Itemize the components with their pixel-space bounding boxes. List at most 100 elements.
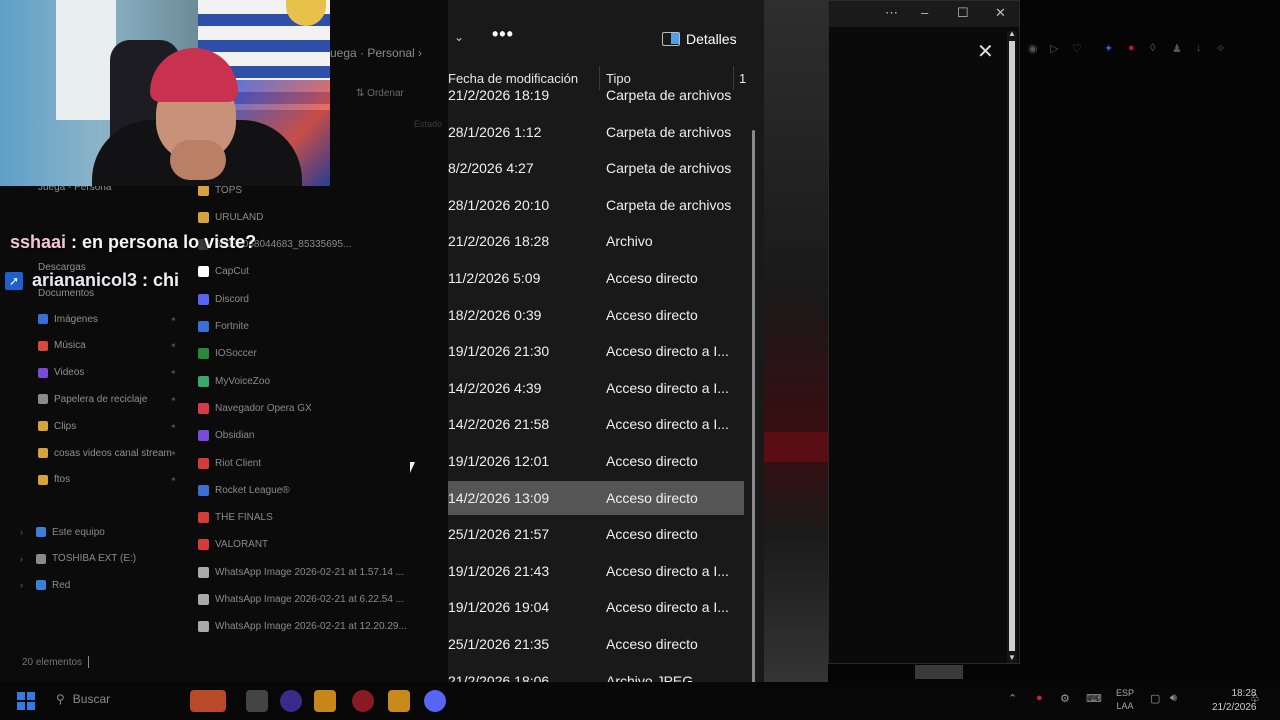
nav-item[interactable]: Videos ✶ <box>38 364 177 382</box>
chevron-right-icon[interactable]: › <box>20 554 30 564</box>
modified-date-cell: 19/1/2026 21:43 <box>448 562 550 579</box>
file-item[interactable]: Riot Client <box>198 454 261 472</box>
tree-item[interactable]: › Red <box>20 576 70 594</box>
file-item[interactable]: Navegador Opera GX <box>198 399 312 417</box>
heart-icon[interactable]: ♡ <box>1072 42 1082 55</box>
taskbar-app-opera[interactable] <box>352 690 374 712</box>
tree-item[interactable]: › Este equipo <box>20 523 105 541</box>
table-row[interactable]: 14/2/2026 13:09 Acceso directo <box>448 480 744 515</box>
webcam-person-hand <box>170 140 226 180</box>
start-button[interactable] <box>17 692 35 710</box>
search-icon: ⚲ <box>56 692 65 706</box>
table-row[interactable]: 25/1/2026 21:35 Acceso directo <box>448 627 744 661</box>
breadcrumb[interactable]: uega · Personal › <box>330 46 422 60</box>
chevron-down-icon[interactable]: ⌄ <box>454 30 464 44</box>
details-pane-button[interactable]: Detalles <box>662 28 737 50</box>
maximize-icon[interactable]: ☐ <box>957 5 969 21</box>
table-row[interactable]: 14/2/2026 21:58 Acceso directo a I... <box>448 407 744 441</box>
window-more-icon[interactable]: ⋯ <box>885 5 898 21</box>
scroll-up-icon[interactable]: ▲ <box>1008 29 1016 38</box>
download-icon[interactable]: ↓ <box>1196 42 1202 54</box>
dialog-close-icon[interactable]: ✕ <box>977 39 994 64</box>
taskbar-app-game[interactable] <box>190 690 226 712</box>
tray-vpn-icon[interactable]: ⚙ <box>1060 692 1070 705</box>
taskbar-app-obsidian[interactable] <box>280 690 302 712</box>
opera-icon[interactable]: ● <box>1128 42 1135 54</box>
type-cell: Carpeta de archivos <box>606 123 732 140</box>
file-item[interactable]: CapCut <box>198 263 249 281</box>
folder-icon <box>38 421 48 432</box>
pin-icon: ✶ <box>170 421 177 431</box>
folder-icon <box>38 448 48 458</box>
file-item[interactable]: THE FINALS <box>198 509 273 527</box>
file-item[interactable]: WhatsApp Image 2026-02-21 at 12.20.29... <box>198 618 407 636</box>
play-icon[interactable]: ▷ <box>1050 42 1058 55</box>
tray-keyboard-icon[interactable]: ⌨ <box>1086 692 1102 705</box>
chevron-right-icon[interactable]: › <box>20 527 30 537</box>
nav-item[interactable]: Clips ✶ <box>38 417 177 435</box>
type-cell: Acceso directo <box>606 526 698 543</box>
nav-item[interactable]: ftos ✶ <box>38 471 177 489</box>
file-item[interactable]: Discord <box>198 290 249 308</box>
nav-item[interactable]: cosas videos canal stream ✶ <box>38 444 177 462</box>
table-row[interactable]: 11/2/2026 5:09 Acceso directo <box>448 261 744 295</box>
taskbar-app-notepad[interactable] <box>246 690 268 712</box>
taskbar-search[interactable]: ⚲ Buscar <box>56 692 110 706</box>
file-item[interactable]: WhatsApp Image 2026-02-21 at 6.22.54 ... <box>198 591 404 609</box>
file-icon <box>198 457 209 469</box>
table-row[interactable]: 21/2/2026 18:28 Archivo <box>448 224 744 258</box>
file-item[interactable]: Obsidian <box>198 427 254 445</box>
table-row[interactable]: 28/1/2026 1:12 Carpeta de archivos <box>448 115 744 149</box>
pin-icon: ✶ <box>170 368 177 378</box>
close-icon[interactable]: ✕ <box>995 5 1006 21</box>
tree-item[interactable]: › TOSHIBA EXT (E:) <box>20 550 136 568</box>
nav-item[interactable]: Imágenes ✶ <box>38 310 177 328</box>
taskbar-app-sticky[interactable] <box>388 690 410 712</box>
file-item-label: Navegador Opera GX <box>215 402 312 414</box>
scroll-down-icon[interactable]: ▼ <box>1008 653 1016 662</box>
file-item[interactable]: Fortnite <box>198 318 249 336</box>
vertical-scrollbar[interactable] <box>752 130 755 720</box>
chevron-right-icon[interactable]: › <box>20 580 30 590</box>
file-item[interactable]: MyVoiceZoo <box>198 372 270 390</box>
file-item[interactable]: VALORANT <box>198 536 268 554</box>
table-row[interactable]: 8/2/2026 4:27 Carpeta de archivos <box>448 151 744 185</box>
more-options-button[interactable]: ••• <box>492 24 514 45</box>
pin-icon: ✶ <box>170 394 177 404</box>
table-row[interactable]: 21/2/2026 18:19 Carpeta de archivos <box>448 78 744 112</box>
file-item[interactable]: IOSoccer <box>198 345 257 363</box>
table-row[interactable]: 14/2/2026 4:39 Acceso directo a I... <box>448 371 744 405</box>
modified-date-cell: 14/2/2026 4:39 <box>448 379 542 396</box>
sort-button[interactable]: ⇅ Ordenar <box>356 88 404 99</box>
nav-item[interactable]: Papelera de reciclaje ✶ <box>38 390 177 408</box>
file-item[interactable]: WhatsApp Image 2026-02-21 at 1.57.14 ... <box>198 563 404 581</box>
table-row[interactable]: 19/1/2026 21:43 Acceso directo a I... <box>448 554 744 588</box>
table-row[interactable]: 19/1/2026 12:01 Acceso directo <box>448 444 744 478</box>
status-column-header[interactable]: Estado <box>414 119 442 129</box>
nav-item[interactable]: Música ✶ <box>38 337 177 355</box>
network-icon[interactable]: ▢ <box>1150 692 1160 705</box>
profile-icon[interactable]: ♟ <box>1172 42 1182 55</box>
nav-item-label: ftos <box>54 474 71 486</box>
type-cell: Carpeta de archivos <box>606 87 732 103</box>
extension-icon[interactable]: ◊ <box>1150 42 1155 54</box>
tray-chevron-up-icon[interactable]: ⌃ <box>1008 692 1017 705</box>
volume-icon[interactable]: 🔊︎ <box>1170 692 1177 705</box>
ai-icon[interactable]: ✧ <box>1216 42 1225 55</box>
file-item[interactable]: URULAND <box>198 208 263 226</box>
minimize-icon[interactable]: – <box>921 5 928 20</box>
record-icon[interactable]: ◉ <box>1028 42 1038 55</box>
notification-bell-icon[interactable]: ♧ <box>1250 692 1260 705</box>
table-row[interactable]: 18/2/2026 0:39 Acceso directo <box>448 298 744 332</box>
window-scrollbar-thumb[interactable] <box>1009 41 1015 651</box>
tray-mic-icon[interactable]: ● <box>1036 692 1043 704</box>
table-row[interactable]: 25/1/2026 21:57 Acceso directo <box>448 517 744 551</box>
translate-icon[interactable]: ✦ <box>1104 42 1113 55</box>
table-row[interactable]: 19/1/2026 19:04 Acceso directo a I... <box>448 590 744 624</box>
file-item[interactable]: Rocket League® <box>198 481 290 499</box>
language-indicator[interactable]: ESP LAA <box>1116 687 1134 713</box>
table-row[interactable]: 28/1/2026 20:10 Carpeta de archivos <box>448 188 744 222</box>
taskbar-app-explorer[interactable] <box>314 690 336 712</box>
table-row[interactable]: 19/1/2026 21:30 Acceso directo a I... <box>448 334 744 368</box>
taskbar-app-discord[interactable] <box>424 690 446 712</box>
